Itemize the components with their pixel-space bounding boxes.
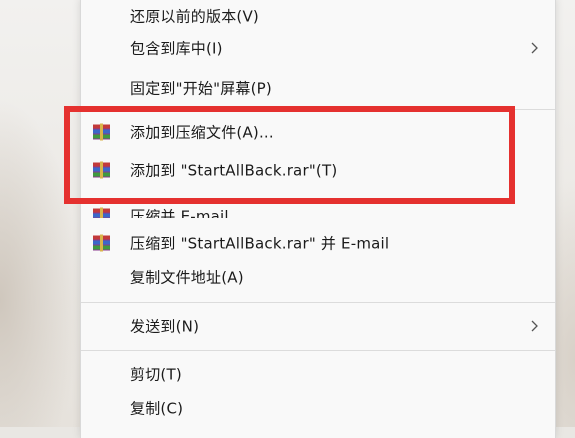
menu-item-copy[interactable]: 复制(C)	[81, 392, 555, 424]
menu-separator	[81, 350, 555, 351]
menu-item-label: 剪切(T)	[130, 365, 182, 384]
context-menu: 还原以前的版本(V) 包含到库中(I) 固定到"开始"屏幕(P) 添加到压缩文件…	[80, 0, 556, 438]
menu-item-label: 压缩到 "StartAllBack.rar" 并 E-mail	[130, 234, 390, 253]
menu-item-compress-to-rar-and-email[interactable]: 压缩到 "StartAllBack.rar" 并 E-mail	[81, 227, 555, 259]
menu-item-cut[interactable]: 剪切(T)	[81, 358, 555, 390]
menu-item-label: 复制(C)	[130, 399, 184, 418]
menu-item-include-in-library[interactable]: 包含到库中(I)	[81, 32, 555, 64]
menu-item-send-to[interactable]: 发送到(N)	[81, 310, 555, 342]
menu-item-pin-to-start[interactable]: 固定到"开始"屏幕(P)	[81, 72, 555, 104]
menu-item-label: 固定到"开始"屏幕(P)	[130, 79, 272, 98]
menu-item-copy-file-path[interactable]: 复制文件地址(A)	[81, 261, 555, 293]
menu-item-label: 包含到库中(I)	[130, 39, 223, 58]
menu-item-label: 还原以前的版本(V)	[130, 7, 259, 26]
menu-item-label: 发送到(N)	[130, 317, 200, 336]
highlight-annotation-box	[64, 106, 515, 204]
menu-separator	[81, 302, 555, 303]
winrar-icon	[93, 207, 110, 218]
menu-item-restore-previous-versions[interactable]: 还原以前的版本(V)	[81, 0, 555, 32]
menu-item-label: 复制文件地址(A)	[130, 268, 244, 287]
menu-item-label: 压缩并 E-mail...	[130, 207, 244, 219]
chevron-right-icon	[531, 42, 538, 54]
chevron-right-icon	[531, 320, 538, 332]
winrar-icon	[93, 234, 110, 252]
